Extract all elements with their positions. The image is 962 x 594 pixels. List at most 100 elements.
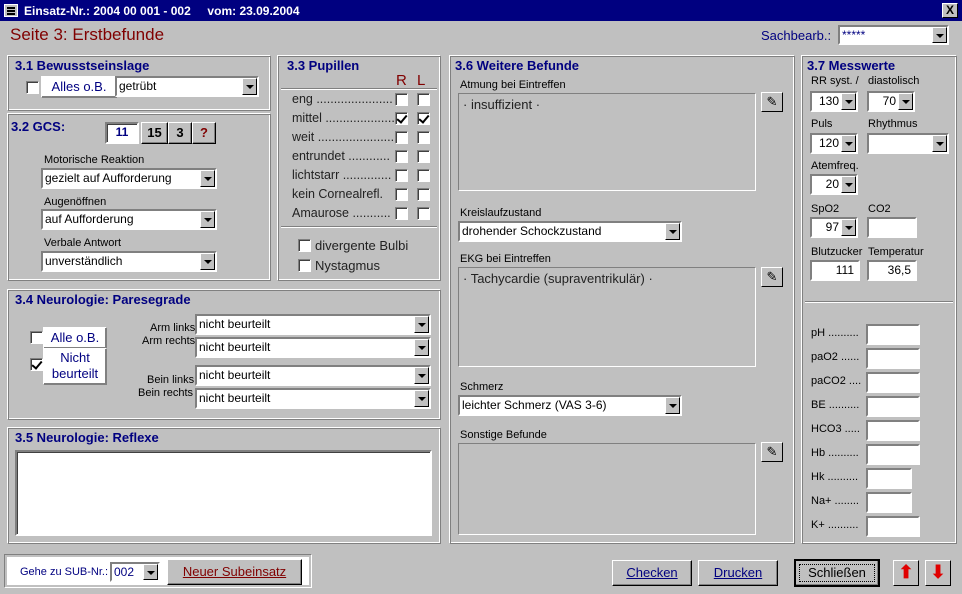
bein-links-value: nicht beurteilt xyxy=(199,368,271,382)
col-l-label: L xyxy=(417,72,426,89)
chevron-down-icon[interactable] xyxy=(414,390,429,407)
bein-rechts-label: Bein rechts xyxy=(138,387,194,399)
goto-select[interactable]: 002 xyxy=(110,562,160,582)
arrow-down-icon[interactable]: ⬇ xyxy=(925,560,951,586)
close-button[interactable]: X xyxy=(942,3,958,18)
pupil-r-checkbox[interactable] xyxy=(395,188,408,201)
pupil-r-checkbox[interactable] xyxy=(395,150,408,163)
lab-label: BE .......... xyxy=(811,399,860,411)
alles-ob-button[interactable]: Alles o.B. xyxy=(41,76,117,98)
chevron-down-icon[interactable] xyxy=(414,316,429,333)
chevron-down-icon[interactable] xyxy=(665,223,680,240)
pupil-r-checkbox[interactable] xyxy=(395,131,408,144)
bz-input[interactable]: 111 xyxy=(810,260,860,281)
lab-input[interactable] xyxy=(866,324,920,345)
lab-input[interactable] xyxy=(866,348,920,369)
chevron-down-icon[interactable] xyxy=(665,397,680,414)
arm-links-select[interactable]: nicht beurteilt xyxy=(195,314,431,335)
gcs-help-button[interactable]: ? xyxy=(192,122,216,144)
sonstige-textarea[interactable] xyxy=(458,443,756,535)
atem-select[interactable]: 20 xyxy=(810,174,858,195)
pupil-r-checkbox[interactable] xyxy=(395,93,408,106)
edit-pencil-icon[interactable]: ✎ xyxy=(761,442,783,462)
co2-input[interactable] xyxy=(867,217,917,238)
pupil-l-checkbox[interactable] xyxy=(417,131,430,144)
divider xyxy=(805,301,953,303)
chevron-down-icon[interactable] xyxy=(841,135,856,152)
alles-ob-checkbox[interactable] xyxy=(26,81,39,94)
lab-input[interactable] xyxy=(866,468,912,489)
chevron-down-icon[interactable] xyxy=(242,78,257,95)
lab-input[interactable] xyxy=(866,420,920,441)
schliessen-button[interactable]: Schließen xyxy=(794,559,880,587)
ekg-textarea[interactable]: · Tachycardie (supraventrikulär) · xyxy=(458,267,756,367)
chevron-down-icon[interactable] xyxy=(841,176,856,193)
pupil-l-checkbox[interactable] xyxy=(417,207,430,220)
lab-input[interactable] xyxy=(866,396,920,417)
chevron-down-icon[interactable] xyxy=(200,170,215,187)
pupil-l-checkbox[interactable] xyxy=(417,150,430,163)
spo2-select[interactable]: 97 xyxy=(810,217,858,238)
chevron-down-icon[interactable] xyxy=(414,339,429,356)
lab-label: paO2 ...... xyxy=(811,351,860,363)
edit-pencil-icon[interactable]: ✎ xyxy=(761,92,783,112)
panel-reflexe: 3.5 Neurologie: Reflexe xyxy=(7,427,441,544)
bewusstseinslage-value: getrübt xyxy=(119,79,157,93)
checken-button[interactable]: Checken xyxy=(612,560,692,586)
kreislauf-select[interactable]: drohender Schockzustand xyxy=(458,221,682,242)
nystagmus-checkbox[interactable] xyxy=(298,259,311,272)
rhythmus-select[interactable] xyxy=(867,133,949,154)
lab-input[interactable] xyxy=(866,516,920,537)
chevron-down-icon[interactable] xyxy=(200,253,215,270)
alle-ob-button[interactable]: Alle o.B. xyxy=(43,327,107,349)
rr-select[interactable]: 130 xyxy=(810,91,858,112)
sachbearb-select[interactable]: ***** xyxy=(838,25,949,45)
verbal-select[interactable]: unverständlich xyxy=(41,251,217,272)
divergente-label: divergente Bulbi xyxy=(315,238,409,253)
drucken-button[interactable]: Drucken xyxy=(698,560,778,586)
lab-input[interactable] xyxy=(866,492,912,513)
arm-rechts-select[interactable]: nicht beurteilt xyxy=(195,337,431,358)
chevron-down-icon[interactable] xyxy=(841,93,856,110)
lab-input[interactable] xyxy=(866,444,920,465)
chevron-down-icon[interactable] xyxy=(200,211,215,228)
pupil-l-checkbox[interactable] xyxy=(417,169,430,182)
lab-input[interactable] xyxy=(866,372,920,393)
bein-links-select[interactable]: nicht beurteilt xyxy=(195,365,431,386)
edit-pencil-icon[interactable]: ✎ xyxy=(761,267,783,287)
rr-label: RR syst. / xyxy=(811,75,859,87)
chevron-down-icon[interactable] xyxy=(932,27,947,43)
puls-select[interactable]: 120 xyxy=(810,133,858,154)
bewusstseinslage-select[interactable]: getrübt xyxy=(115,76,259,97)
pupil-l-checkbox[interactable] xyxy=(417,112,430,125)
dia-select[interactable]: 70 xyxy=(867,91,915,112)
gcs-3-button[interactable]: 3 xyxy=(168,122,192,144)
augen-select[interactable]: auf Aufforderung xyxy=(41,209,217,230)
pupil-r-checkbox[interactable] xyxy=(395,169,408,182)
reflexe-textarea[interactable] xyxy=(15,450,432,536)
atmung-textarea[interactable]: · insuffizient · xyxy=(458,93,756,191)
schmerz-select[interactable]: leichter Schmerz (VAS 3-6) xyxy=(458,395,682,416)
puls-value: 120 xyxy=(818,136,839,150)
alle-ob-checkbox[interactable] xyxy=(30,331,43,344)
pupil-r-checkbox[interactable] xyxy=(395,207,408,220)
nicht-beurteilt-button[interactable]: Nicht beurteilt xyxy=(43,348,107,385)
nicht-beurteilt-checkbox[interactable] xyxy=(30,358,43,371)
chevron-down-icon[interactable] xyxy=(932,135,947,152)
gcs-15-button[interactable]: 15 xyxy=(141,122,168,144)
augen-label: Augenöffnen xyxy=(44,196,107,208)
neuer-subeinsatz-button[interactable]: Neuer Subeinsatz xyxy=(167,559,302,585)
lab-label: K+ .......... xyxy=(811,519,859,531)
temp-input[interactable]: 36,5 xyxy=(867,260,917,281)
pupil-l-checkbox[interactable] xyxy=(417,93,430,106)
chevron-down-icon[interactable] xyxy=(143,564,158,580)
chevron-down-icon[interactable] xyxy=(898,93,913,110)
bein-rechts-select[interactable]: nicht beurteilt xyxy=(195,388,431,409)
pupil-l-checkbox[interactable] xyxy=(417,188,430,201)
arrow-up-icon[interactable]: ⬆ xyxy=(893,560,919,586)
motor-select[interactable]: gezielt auf Aufforderung xyxy=(41,168,217,189)
chevron-down-icon[interactable] xyxy=(414,367,429,384)
pupil-r-checkbox[interactable] xyxy=(395,112,408,125)
divergente-checkbox[interactable] xyxy=(298,239,311,252)
chevron-down-icon[interactable] xyxy=(841,219,856,236)
